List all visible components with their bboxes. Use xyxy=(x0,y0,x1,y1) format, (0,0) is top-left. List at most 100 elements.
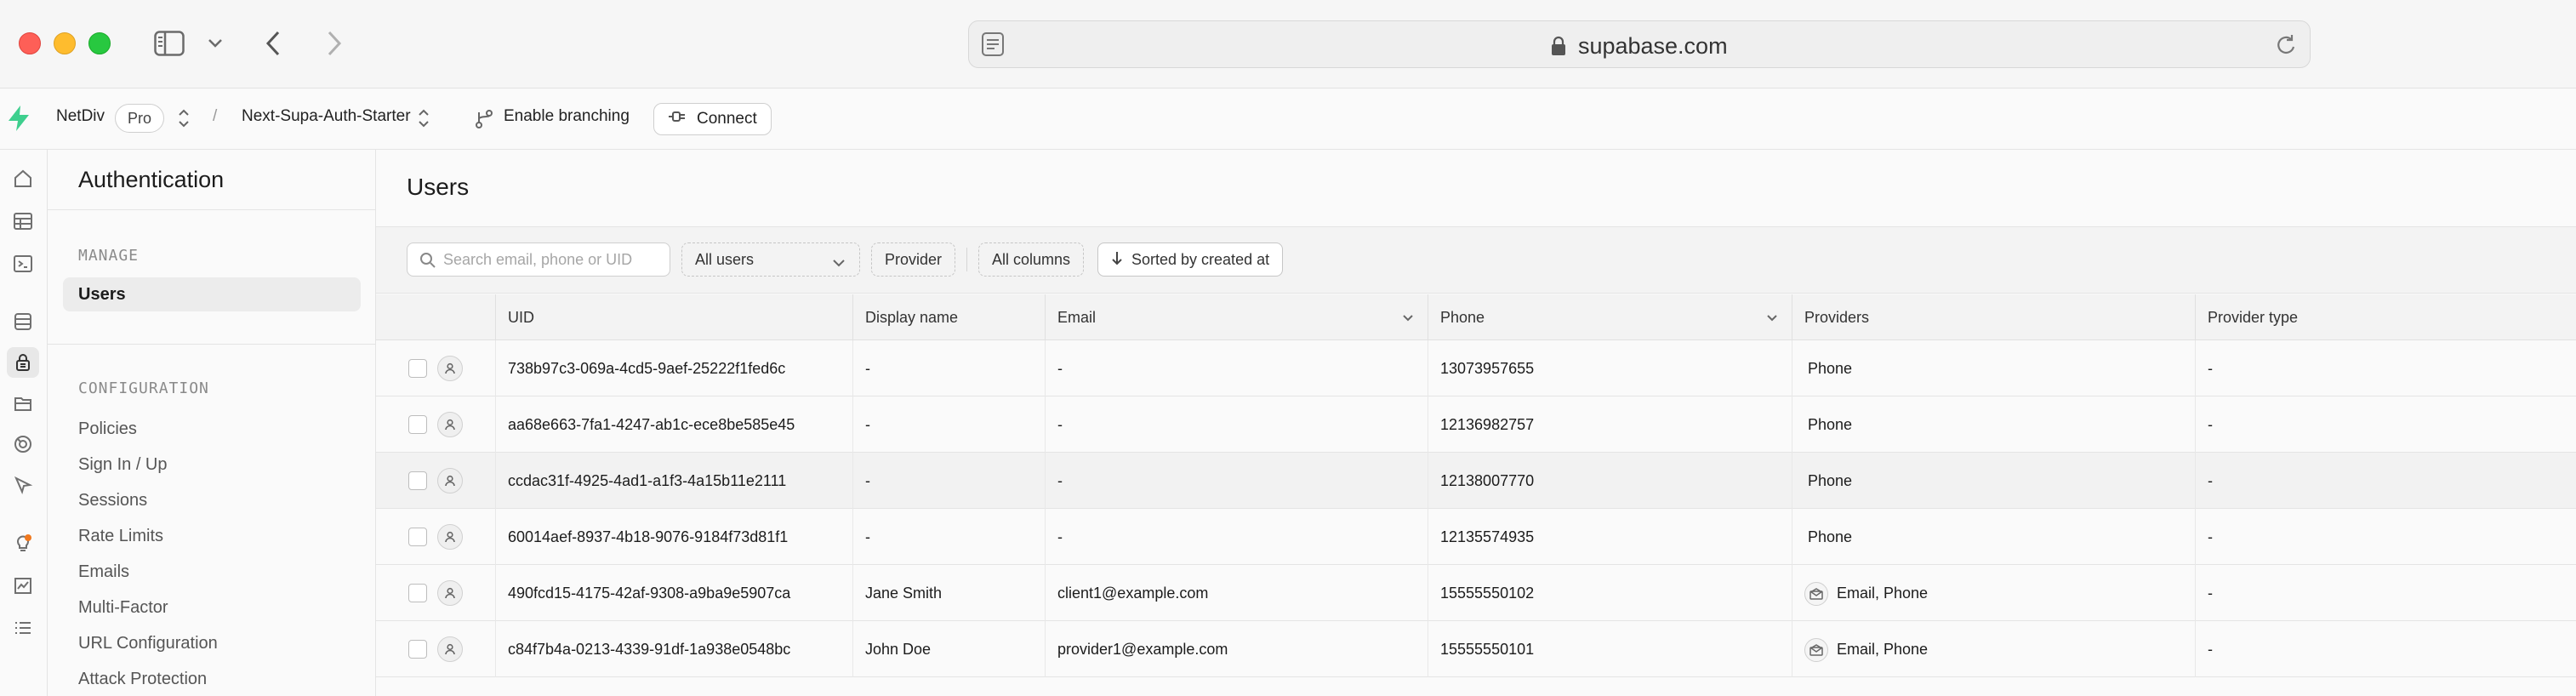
maximize-window-button[interactable] xyxy=(88,32,111,54)
home-icon[interactable] xyxy=(7,163,39,194)
forward-arrow-icon[interactable] xyxy=(322,26,347,61)
cell-uid: 490fcd15-4175-42af-9308-a9ba9e5907ca xyxy=(495,565,852,621)
sidebar-item-policies[interactable]: Policies xyxy=(63,412,361,446)
user-avatar-icon xyxy=(437,636,463,662)
supabase-logo-icon[interactable] xyxy=(7,105,31,136)
edge-functions-icon[interactable] xyxy=(7,470,39,500)
cell-email: - xyxy=(1045,509,1428,565)
cell-providers: Phone xyxy=(1792,509,2195,565)
row-checkbox[interactable] xyxy=(408,584,427,602)
sidebar-toggle-icon[interactable] xyxy=(151,26,187,61)
search-box[interactable] xyxy=(407,242,670,277)
authentication-icon[interactable] xyxy=(7,347,39,378)
table-row[interactable]: ccdac31f-4925-4ad1-a1f3-4a15b11e2111 - -… xyxy=(376,453,2576,509)
close-window-button[interactable] xyxy=(19,32,41,54)
table-row[interactable]: c84f7b4a-0213-4339-91df-1a938e0548bc Joh… xyxy=(376,621,2576,677)
cell-email: - xyxy=(1045,396,1428,453)
cell-email: provider1@example.com xyxy=(1045,621,1428,677)
logs-icon[interactable] xyxy=(7,613,39,643)
user-filter-value: All users xyxy=(695,250,755,268)
cell-providers: Phone xyxy=(1792,396,2195,453)
cell-providers: Phone xyxy=(1792,340,2195,396)
sidebar-item-users[interactable]: Users xyxy=(63,277,361,311)
row-checkbox[interactable] xyxy=(408,359,427,378)
realtime-icon[interactable] xyxy=(7,429,39,459)
row-checkbox[interactable] xyxy=(408,471,427,490)
cell-provider-type: - xyxy=(2195,621,2576,677)
lock-icon xyxy=(1551,36,1566,62)
cell-provider-type: - xyxy=(2195,565,2576,621)
project-switcher-icon[interactable] xyxy=(417,107,430,134)
sort-label: Sorted by created at xyxy=(1131,250,1270,268)
email-provider-icon xyxy=(1804,638,1828,663)
cell-provider-type: - xyxy=(2195,509,2576,565)
column-header-phone[interactable]: Phone xyxy=(1428,294,1792,340)
column-header-uid[interactable]: UID xyxy=(495,294,852,340)
cell-phone: 12136982757 xyxy=(1428,396,1792,453)
project-name[interactable]: Next-Supa-Auth-Starter xyxy=(242,107,411,126)
app-header: NetDiv Pro / Next-Supa-Auth-Starter Enab… xyxy=(0,88,2576,150)
sidebar-item-attack-protection[interactable]: Attack Protection xyxy=(63,662,361,696)
cell-providers: Phone xyxy=(1792,453,2195,509)
user-avatar-icon xyxy=(437,412,463,437)
org-name[interactable]: NetDiv xyxy=(56,107,105,126)
table-row[interactable]: aa68e663-7fa1-4247-ab1c-ece8be585e45 - -… xyxy=(376,396,2576,453)
reload-icon[interactable] xyxy=(2276,33,2298,61)
connect-button[interactable]: Connect xyxy=(653,103,772,135)
sort-button[interactable]: Sorted by created at xyxy=(1097,242,1284,277)
minimize-window-button[interactable] xyxy=(54,32,76,54)
row-checkbox[interactable] xyxy=(408,528,427,546)
back-arrow-icon[interactable] xyxy=(260,26,286,61)
sidebar-item-multi-factor[interactable]: Multi-Factor xyxy=(63,590,361,625)
sidebar-item-rate-limits[interactable]: Rate Limits xyxy=(63,519,361,553)
connect-label: Connect xyxy=(697,110,757,128)
chevron-down-icon[interactable] xyxy=(1402,294,1414,340)
row-checkbox[interactable] xyxy=(408,640,427,659)
cell-provider-type: - xyxy=(2195,340,2576,396)
sidebar-item-emails[interactable]: Emails xyxy=(63,555,361,589)
provider-filter-button[interactable]: Provider xyxy=(871,242,956,277)
table-row[interactable]: 490fcd15-4175-42af-9308-a9ba9e5907ca Jan… xyxy=(376,565,2576,621)
cell-phone: 15555550101 xyxy=(1428,621,1792,677)
chevron-down-icon[interactable] xyxy=(202,26,228,61)
database-icon[interactable] xyxy=(7,306,39,337)
reports-icon[interactable] xyxy=(7,570,39,601)
storage-icon[interactable] xyxy=(7,388,39,419)
sidebar-item-url-configuration[interactable]: URL Configuration xyxy=(63,626,361,660)
cell-provider-type: - xyxy=(2195,453,2576,509)
table-row[interactable]: 738b97c3-069a-4cd5-9aef-25222f1fed6c - -… xyxy=(376,340,2576,396)
table-editor-icon[interactable] xyxy=(7,206,39,237)
advisors-icon[interactable] xyxy=(7,528,39,558)
provider-filter-label: Provider xyxy=(885,250,943,268)
cell-uid: 738b97c3-069a-4cd5-9aef-25222f1fed6c xyxy=(495,340,852,396)
user-filter-select[interactable]: All users xyxy=(681,242,860,277)
sql-editor-icon[interactable] xyxy=(7,248,39,279)
git-branch-icon xyxy=(475,109,493,134)
enable-branching-button[interactable]: Enable branching xyxy=(504,107,630,126)
breadcrumb-separator: / xyxy=(213,107,218,125)
table-row[interactable]: 60014aef-8937-4b18-9076-9184f73d81f1 - -… xyxy=(376,509,2576,565)
cell-phone: 15555550102 xyxy=(1428,565,1792,621)
search-icon xyxy=(419,252,436,273)
users-toolbar: All users Provider All columns Sorted by… xyxy=(376,227,2576,294)
sidebar-item-sign-in-up[interactable]: Sign In / Up xyxy=(63,448,361,482)
column-header-display-name[interactable]: Display name xyxy=(852,294,1045,340)
org-switcher-icon[interactable] xyxy=(177,107,191,134)
sidebar-title: Authentication xyxy=(78,167,225,192)
columns-label: All columns xyxy=(992,250,1071,268)
column-header-provider-type[interactable]: Provider type xyxy=(2195,294,2576,340)
cell-email: - xyxy=(1045,340,1428,396)
sidebar-item-sessions[interactable]: Sessions xyxy=(63,483,361,517)
column-header-email[interactable]: Email xyxy=(1045,294,1428,340)
page-title: Users xyxy=(407,174,470,200)
plug-icon xyxy=(668,110,687,128)
chevron-down-icon[interactable] xyxy=(1766,294,1778,340)
auth-sidebar: Authentication MANAGE Users CONFIGURATIO… xyxy=(48,150,376,696)
columns-button[interactable]: All columns xyxy=(978,242,1085,277)
address-bar[interactable]: supabase.com xyxy=(968,20,2311,68)
cell-provider-type: - xyxy=(2195,396,2576,453)
search-input[interactable] xyxy=(443,243,664,276)
column-header-providers[interactable]: Providers xyxy=(1792,294,2195,340)
cell-display-name: - xyxy=(852,396,1045,453)
row-checkbox[interactable] xyxy=(408,415,427,434)
